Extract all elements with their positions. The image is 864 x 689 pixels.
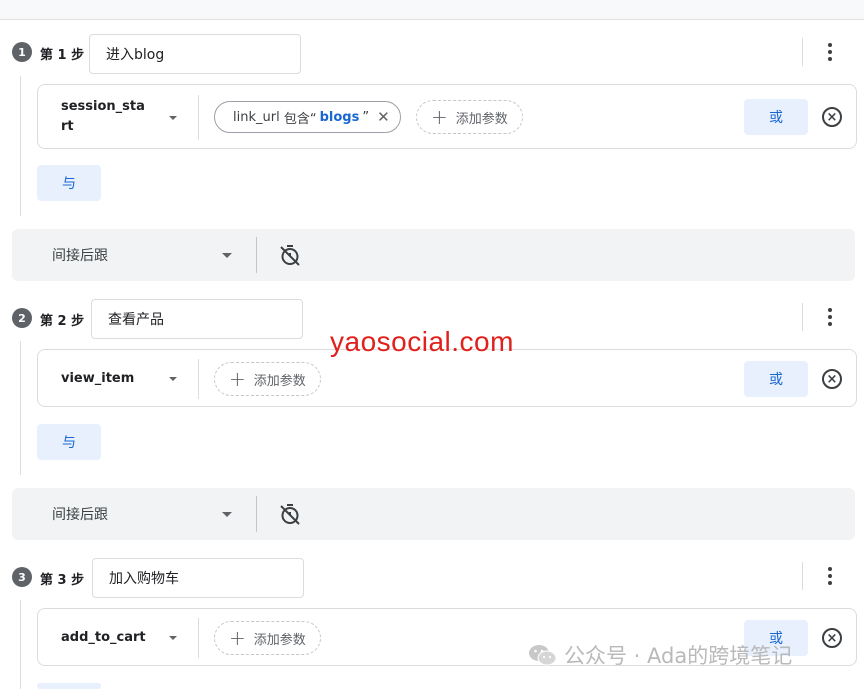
remove-condition-icon[interactable]: × (822, 628, 842, 648)
step-name-input[interactable] (89, 34, 301, 74)
divider (802, 562, 803, 590)
top-bar (0, 0, 864, 20)
step-label: 第 3 步 (40, 573, 85, 588)
event-name-select[interactable]: session_start (61, 97, 151, 137)
divider (802, 38, 803, 66)
wechat-watermark-text: 公众号 · Ada的跨境笔记 (564, 644, 793, 668)
step-name-input[interactable] (92, 558, 304, 598)
remove-condition-icon[interactable]: × (822, 369, 842, 389)
more-options-icon[interactable] (818, 303, 842, 331)
add-parameter-label: 添加参数 (253, 632, 306, 648)
step-rail (20, 600, 21, 689)
sequence-select[interactable]: 间接后跟 (52, 245, 108, 265)
param-name: link_url (233, 109, 280, 125)
add-parameter-button[interactable]: + 添加参数 (214, 362, 321, 396)
add-parameter-label: 添加参数 (253, 373, 306, 389)
chevron-down-icon[interactable] (222, 512, 232, 517)
plus-icon: + (431, 105, 448, 129)
event-name-select[interactable]: add_to_cart (61, 628, 151, 648)
plus-icon: + (229, 626, 246, 650)
and-button[interactable]: 与 (37, 424, 101, 460)
param-suffix: ” (362, 109, 370, 125)
param-value: blogs (319, 109, 360, 125)
close-icon[interactable]: ✕ (377, 108, 390, 126)
add-parameter-button[interactable]: + 添加参数 (214, 621, 321, 655)
step-rail (20, 76, 21, 216)
parameter-filter-chip[interactable]: link_url 包含“ blogs ” ✕ (214, 101, 401, 133)
step-number-badge: 2 (12, 308, 32, 328)
chevron-down-icon[interactable] (222, 253, 232, 258)
plus-icon: + (229, 367, 246, 391)
site-watermark: yaosocial.com (330, 326, 514, 357)
wechat-watermark: 公众号 · Ada的跨境笔记 (528, 640, 792, 670)
or-button[interactable]: 或 (744, 361, 808, 397)
divider (198, 359, 199, 399)
and-button[interactable] (37, 683, 101, 689)
add-parameter-button[interactable]: + 添加参数 (416, 100, 523, 134)
chevron-down-icon[interactable] (169, 377, 177, 381)
step-label: 第 2 步 (40, 314, 85, 329)
param-operator: 包含“ (283, 111, 317, 127)
divider (198, 95, 199, 140)
step-rail (20, 341, 21, 475)
sequence-bar: 间接后跟 (12, 488, 855, 540)
add-parameter-label: 添加参数 (455, 111, 508, 127)
event-name-select[interactable]: view_item (61, 369, 151, 389)
or-button[interactable]: 或 (744, 99, 808, 135)
divider (802, 303, 803, 331)
wechat-icon (529, 645, 557, 666)
step-label: 第 1 步 (40, 48, 85, 63)
chevron-down-icon[interactable] (169, 636, 177, 640)
timer-off-icon[interactable] (278, 502, 302, 526)
event-condition-card: session_start link_url 包含“ blogs ” ✕ + 添加… (37, 84, 857, 149)
divider (256, 496, 257, 532)
step-number-badge: 1 (12, 42, 32, 62)
chevron-down-icon[interactable] (169, 116, 177, 120)
step-name-input[interactable] (91, 299, 303, 339)
funnel-steps-editor: 1 第 1 步 session_start link_url 包含“blogs … (0, 0, 864, 689)
step-number-badge: 3 (12, 567, 32, 587)
sequence-bar: 间接后跟 (12, 229, 855, 281)
sequence-select[interactable]: 间接后跟 (52, 504, 108, 524)
more-options-icon[interactable] (818, 38, 842, 66)
divider (198, 618, 199, 658)
timer-off-icon[interactable] (278, 243, 302, 267)
remove-condition-icon[interactable]: × (822, 107, 842, 127)
more-options-icon[interactable] (818, 562, 842, 590)
divider (256, 237, 257, 273)
and-button[interactable]: 与 (37, 165, 101, 201)
